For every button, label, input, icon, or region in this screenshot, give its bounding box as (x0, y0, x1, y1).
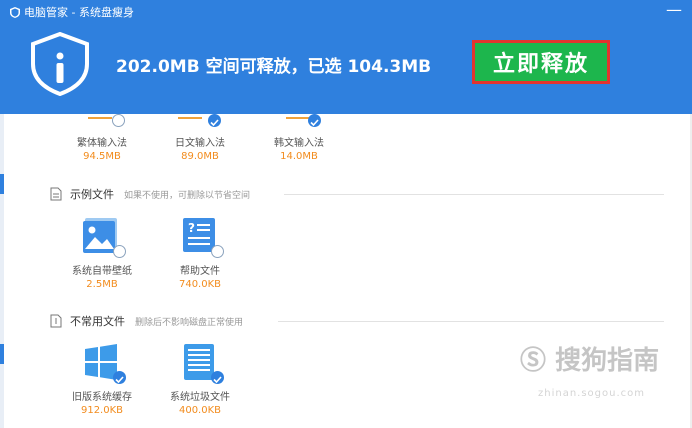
cleanup-item-system-junk[interactable]: 系统垃圾文件 400.0KB (155, 342, 245, 416)
cleanup-item-wallpaper[interactable]: 系统自带壁纸 2.5MB (57, 216, 147, 290)
check-icon (213, 376, 222, 384)
cleanup-item-old-system-cache[interactable]: 旧版系统缓存 912.0KB (57, 342, 147, 416)
cleanup-item-traditional-ime[interactable]: 繁体输入法 94.5MB (57, 134, 147, 162)
item-label: 韩文输入法 (274, 138, 324, 149)
left-marker (0, 344, 4, 364)
item-size: 400.0KB (178, 405, 222, 416)
section-title: 不常用文件 (70, 315, 125, 328)
svg-text:?: ? (188, 221, 195, 235)
section-description: 删除后不影响磁盘正常使用 (135, 317, 244, 328)
check-icon (210, 119, 219, 127)
document-icon (50, 314, 62, 328)
check-icon (115, 376, 124, 384)
header-bar: 电脑管家 - 系统盘瘦身 — 202.0MB 空间可释放，已选 104.3MB … (0, 0, 692, 114)
release-now-button[interactable]: 立即释放 (472, 40, 610, 84)
item-size: 2.5MB (86, 279, 118, 290)
watermark-text: 搜狗指南 (555, 346, 660, 376)
help-file-icon: ? (179, 216, 224, 258)
left-marker (0, 174, 4, 194)
item-size: 14.0MB (280, 151, 318, 162)
icon-fragment (88, 117, 112, 119)
shield-info-icon (31, 32, 89, 96)
window-title: 电脑管家 - 系统盘瘦身 (10, 4, 134, 20)
trash-file-icon (179, 342, 224, 384)
item-label: 帮助文件 (180, 266, 220, 277)
check-icon (310, 119, 319, 127)
divider (278, 321, 664, 322)
item-size: 740.0KB (178, 279, 222, 290)
item-label: 系统自带壁纸 (72, 266, 132, 277)
icon-fragment (178, 117, 202, 119)
checkbox-checked[interactable] (308, 114, 321, 127)
checkbox[interactable] (113, 245, 126, 258)
cleanup-item-help-files[interactable]: ? 帮助文件 740.0KB (155, 216, 245, 290)
checkbox-checked[interactable] (211, 371, 224, 384)
minimize-button[interactable]: — (666, 2, 682, 18)
watermark-url: zhinan.sogou.com (538, 388, 646, 399)
item-size: 94.5MB (83, 151, 121, 162)
section-header-sample-files: 示例文件 如果不使用，可删除以节省空间 (50, 186, 250, 202)
section-title: 示例文件 (70, 188, 114, 201)
wallpaper-icon (81, 216, 126, 258)
checkbox[interactable] (112, 114, 125, 127)
app-logo-icon (10, 6, 20, 18)
item-label: 繁体输入法 (77, 138, 127, 149)
cleanup-item-korean-ime[interactable]: 韩文输入法 14.0MB (254, 134, 344, 162)
windows-icon (81, 342, 126, 384)
section-header-rare-files: 不常用文件 删除后不影响磁盘正常使用 (50, 313, 243, 329)
watermark-logo-icon: Ⓢ (520, 346, 547, 376)
document-icon (50, 187, 62, 201)
checkbox-checked[interactable] (208, 114, 221, 127)
item-label: 系统垃圾文件 (170, 392, 230, 403)
cleanup-item-japanese-ime[interactable]: 日文输入法 89.0MB (155, 134, 245, 162)
window-title-text: 电脑管家 - 系统盘瘦身 (24, 6, 134, 19)
watermark: Ⓢ 搜狗指南 (520, 340, 659, 377)
item-size: 89.0MB (181, 151, 219, 162)
divider (284, 194, 664, 195)
item-size: 912.0KB (80, 405, 124, 416)
section-description: 如果不使用，可删除以节省空间 (124, 190, 251, 201)
item-label: 旧版系统缓存 (72, 392, 132, 403)
checkbox-checked[interactable] (113, 371, 126, 384)
icon-fragment (286, 117, 310, 119)
left-scroll-track (0, 114, 4, 428)
item-label: 日文输入法 (175, 138, 225, 149)
checkbox[interactable] (211, 245, 224, 258)
release-summary: 202.0MB 空间可释放，已选 104.3MB (116, 57, 432, 77)
